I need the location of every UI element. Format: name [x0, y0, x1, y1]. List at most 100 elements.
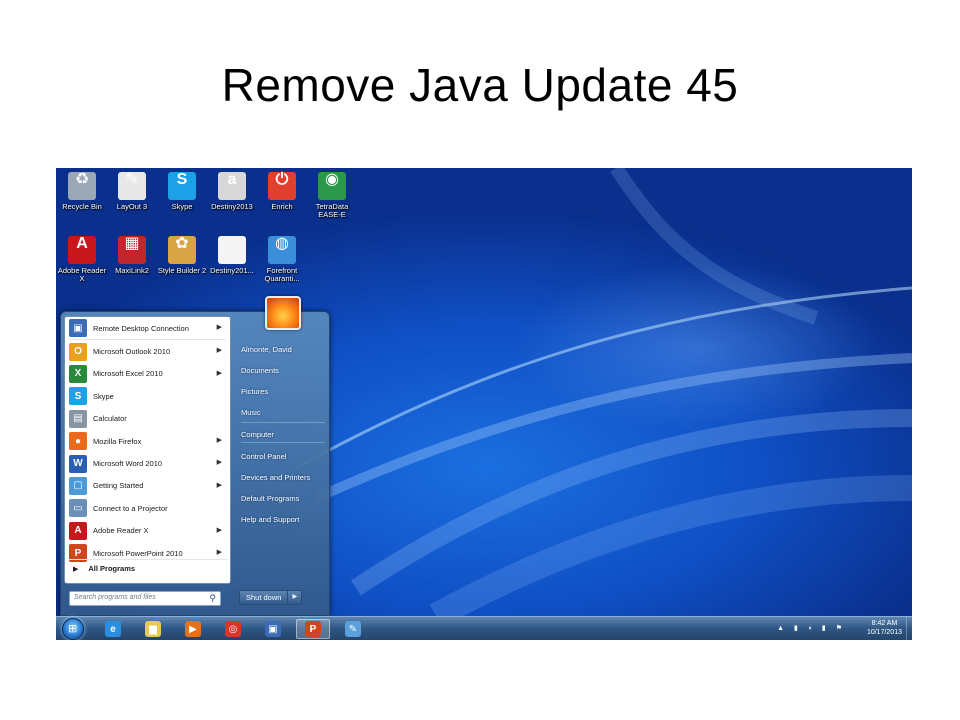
program-label: Remote Desktop Connection	[93, 323, 189, 333]
desktop-icon-label: Destiny201...	[210, 266, 254, 275]
desktop-icon-label: MaxiLink2	[115, 266, 149, 275]
start-menu: ▣ Remote Desktop Connection ▶ O Microsoft Ou…	[60, 296, 331, 617]
program-item[interactable]: ▭ Connect to a Projector	[65, 497, 230, 519]
desktop-icon[interactable]: ✿ Style Builder 2	[156, 236, 208, 275]
clock-date: 10/17/2013	[866, 629, 902, 636]
desktop-icon[interactable]: S Skype	[156, 172, 208, 211]
desktop-icon[interactable]: Destiny201...	[206, 236, 258, 275]
start-search-input[interactable]: Search programs and files ⚲	[69, 591, 221, 606]
skype-icon: S	[69, 387, 87, 406]
forefront-icon-glyph: ◍	[275, 235, 289, 252]
clock-time: 8:42 AM	[871, 620, 898, 627]
media-player-icon: ▶	[185, 621, 201, 637]
submenu-arrow-icon[interactable]: ▶	[217, 346, 222, 354]
show-desktop-button[interactable]	[906, 617, 912, 640]
program-label: Skype	[93, 391, 114, 401]
destiny-icon-glyph: a	[227, 171, 237, 188]
calculator-icon: ▤	[69, 409, 87, 428]
program-item[interactable]: ▢ Getting Started ▶	[65, 475, 230, 497]
taskbar-button[interactable]: ▶	[176, 619, 210, 639]
program-label: Mozilla Firefox	[93, 436, 142, 446]
powerpoint-icon: P	[305, 621, 321, 637]
shutdown-label: Shut down	[246, 593, 282, 602]
program-item[interactable]: W Microsoft Word 2010 ▶	[65, 452, 230, 474]
search-icon: ⚲	[209, 593, 216, 603]
taskbar-button[interactable]: ▣	[256, 619, 290, 639]
user-avatar[interactable]	[265, 296, 301, 330]
all-programs-label: All Programs	[88, 564, 136, 573]
remote-desktop-icon: ▣	[265, 621, 281, 637]
start-menu-programs-pane: ▣ Remote Desktop Connection ▶ O Microsoft Ou…	[64, 316, 231, 584]
program-item[interactable]: O Microsoft Outlook 2010 ▶	[65, 340, 230, 362]
taskbar-button[interactable]: e	[96, 619, 130, 639]
desktop-icon[interactable]: A Adobe Reader X	[56, 236, 108, 283]
file-explorer-icon: ▆	[145, 621, 161, 637]
desktop-icon[interactable]: ⏻ Enrich	[256, 172, 308, 211]
desktop-icon-label: Forefront Quaranti...	[264, 266, 300, 283]
start-place-item[interactable]: Control Panel	[241, 452, 286, 461]
program-item[interactable]: X Microsoft Excel 2010 ▶	[65, 363, 230, 385]
shutdown-options-icon[interactable]: ▶	[287, 591, 301, 604]
remote-desktop-icon: ▣	[69, 319, 87, 338]
start-place-item[interactable]: Music	[241, 408, 261, 417]
windows-logo-icon: ⊞	[68, 623, 78, 635]
submenu-arrow-icon[interactable]: ▶	[217, 369, 222, 377]
program-item[interactable]: A Adobe Reader X ▶	[65, 520, 230, 542]
start-place-item[interactable]: Almonte, David	[241, 345, 292, 354]
start-place-item[interactable]: Help and Support	[241, 515, 299, 524]
all-programs-button[interactable]: ▶ All Programs	[69, 559, 227, 577]
submenu-arrow-icon[interactable]: ▶	[217, 526, 222, 534]
start-place-item[interactable]: Pictures	[241, 387, 268, 396]
maxilink-icon: ▦	[118, 236, 146, 264]
desktop-icon[interactable]: ✎ LayOut 3	[106, 172, 158, 211]
program-label: Microsoft Excel 2010	[93, 369, 163, 379]
search-placeholder: Search programs and files	[74, 594, 156, 601]
submenu-arrow-icon[interactable]: ▶	[217, 436, 222, 444]
taskbar: ⊞ e ▆ ▶ ◎ ▣ P ✎ ▲ ▮ ◖ ▮ ⚑ 8:42 AM 10/17/2013	[56, 616, 912, 640]
taskbar-button[interactable]: P	[296, 619, 330, 639]
submenu-arrow-icon[interactable]: ▶	[217, 458, 222, 466]
getting-started-icon: ▢	[69, 476, 87, 495]
shutdown-button[interactable]: Shut down ▶	[239, 590, 303, 605]
program-item[interactable]: S Skype	[65, 385, 230, 407]
system-tray[interactable]: ▲ ▮ ◖ ▮ ⚑	[777, 624, 846, 632]
start-place-item[interactable]: Default Programs	[241, 494, 299, 503]
program-item[interactable]: ● Mozilla Firefox ▶	[65, 430, 230, 452]
maxilink-icon-glyph: ▦	[124, 235, 140, 252]
desktop-icon[interactable]: ♻ Recycle Bin	[56, 172, 108, 211]
chrome-icon: ◎	[225, 621, 241, 637]
program-label: Connect to a Projector	[93, 503, 168, 513]
desktop-icon-label: Skype	[171, 202, 193, 211]
start-place-item[interactable]: Documents	[241, 366, 279, 375]
start-menu-places-pane: Almonte, David Documents Pictures Music Comp…	[235, 296, 331, 617]
desktop-icon[interactable]: a Destiny2013	[206, 172, 258, 211]
desktop-icon[interactable]: ◍ Forefront Quaranti...	[256, 236, 308, 283]
start-place-item[interactable]: Computer	[241, 430, 274, 439]
tetradata-icon-glyph: ◉	[325, 171, 339, 188]
desktop-icon[interactable]: ◉ TetraData EASE-E	[306, 172, 358, 219]
start-button[interactable]: ⊞	[62, 618, 84, 640]
taskbar-button[interactable]: ✎	[336, 619, 370, 639]
taskbar-clock[interactable]: 8:42 AM 10/17/2013	[867, 619, 902, 637]
destiny-icon: a	[218, 172, 246, 200]
program-item[interactable]: ▣ Remote Desktop Connection ▶	[65, 317, 230, 339]
taskbar-button[interactable]: ◎	[216, 619, 250, 639]
slide-title: Remove Java Update 45	[221, 59, 739, 111]
submenu-arrow-icon[interactable]: ▶	[217, 548, 222, 556]
program-label: Calculator	[93, 414, 127, 424]
desktop-icon-label: TetraData EASE-E	[315, 202, 349, 219]
submenu-arrow-icon[interactable]: ▶	[217, 481, 222, 489]
program-item[interactable]: ▤ Calculator	[65, 408, 230, 430]
desktop-icon[interactable]: ▦ MaxiLink2	[106, 236, 158, 275]
program-label: Microsoft PowerPoint 2010	[93, 548, 183, 558]
forefront-icon: ◍	[268, 236, 296, 264]
paint-icon: ✎	[345, 621, 361, 637]
desktop-icon-label: Recycle Bin	[62, 202, 102, 211]
adobe-reader-icon-glyph: A	[76, 235, 88, 252]
layout-icon: ✎	[118, 172, 146, 200]
style-builder-icon: ✿	[168, 236, 196, 264]
program-label: Microsoft Outlook 2010	[93, 347, 171, 357]
submenu-arrow-icon[interactable]: ▶	[217, 323, 222, 331]
taskbar-button[interactable]: ▆	[136, 619, 170, 639]
start-place-item[interactable]: Devices and Printers	[241, 473, 310, 482]
